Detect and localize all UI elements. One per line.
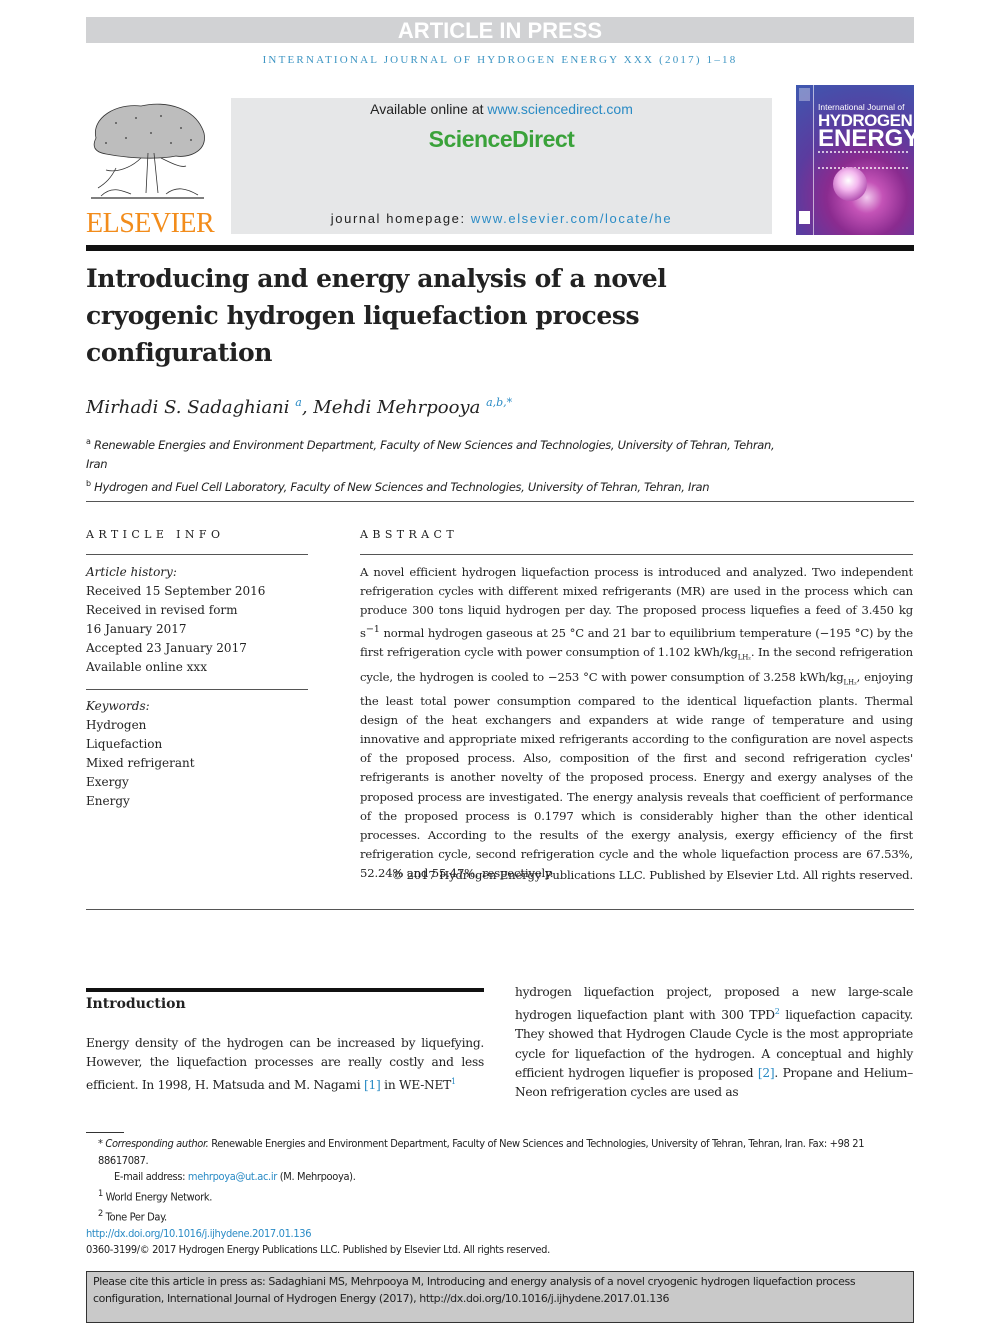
abstract-text: , enjoying the least total power consump… — [360, 669, 913, 880]
corresponding-author-note: * Corresponding author. Renewable Energi… — [86, 1136, 914, 1169]
cover-society-icon — [799, 211, 810, 224]
citation-text: Please cite this article in press as: Sa… — [93, 1275, 856, 1305]
email-label: E-mail address: — [114, 1170, 188, 1183]
article-history: Article history: Received 15 September 2… — [86, 563, 308, 677]
history-item: Accepted 23 January 2017 — [86, 641, 247, 655]
keyword-item[interactable]: Hydrogen — [86, 716, 308, 735]
corresponding-label: * Corresponding author. — [98, 1137, 209, 1150]
keyword-item[interactable]: Mixed refrigerant — [86, 754, 308, 773]
introduction-right-column: hydrogen liquefaction project, proposed … — [515, 983, 913, 1102]
email-owner: (M. Mehrpooya). — [276, 1170, 356, 1183]
running-head: INTERNATIONAL JOURNAL OF HYDROGEN ENERGY… — [262, 54, 738, 66]
affiliation-text: Renewable Energies and Environment Depar… — [86, 437, 775, 471]
elsevier-logo[interactable]: ELSEVIER — [86, 98, 215, 239]
article-info-heading: ARTICLE INFO — [86, 528, 225, 541]
keyword-item[interactable]: Liquefaction — [86, 735, 308, 754]
sciencedirect-header: Available online at www.sciencedirect.co… — [231, 98, 772, 234]
abstract-subscript: LH₂ — [737, 653, 751, 662]
keyword-item[interactable]: Energy — [86, 792, 308, 811]
abstract-copyright: © 2017 Hydrogen Energy Publications LLC.… — [391, 868, 913, 882]
affiliation-mark: a — [86, 437, 91, 446]
reference-link[interactable]: [1] — [364, 1078, 381, 1092]
elsevier-tree-icon — [91, 103, 205, 199]
sciencedirect-link[interactable]: www.sciencedirect.com — [487, 101, 633, 117]
cover-editors-block — [818, 151, 908, 169]
journal-homepage-label: journal homepage: — [330, 211, 471, 226]
author-separator: , — [301, 397, 314, 418]
email-link[interactable]: mehrpoya@ut.ac.ir — [188, 1170, 277, 1183]
abstract-superscript: −1 — [365, 624, 380, 636]
elsevier-wordmark: ELSEVIER — [86, 208, 215, 239]
history-item: Available online xxx — [86, 660, 207, 674]
introduction-rule — [86, 988, 484, 992]
cover-title-energy: ENERGY — [818, 125, 914, 152]
available-online-line: Available online at www.sciencedirect.co… — [231, 101, 772, 117]
available-online-label: Available online at — [370, 101, 488, 117]
author-name[interactable]: Mirhadi S. Sadaghiani — [86, 397, 290, 418]
footnote-item: 2 Tone Per Day. — [86, 1206, 914, 1226]
cover-publisher-icon — [799, 88, 810, 101]
footnote-text: Tone Per Day. — [102, 1210, 168, 1224]
journal-homepage-link[interactable]: www.elsevier.com/locate/he — [471, 211, 672, 226]
footnote-text: World Energy Network. — [102, 1190, 213, 1204]
keywords-divider — [86, 689, 308, 690]
history-item: Received in revised form — [86, 603, 238, 617]
keywords-label: Keywords: — [86, 699, 150, 713]
article-in-press-banner: ARTICLE IN PRESS — [86, 17, 914, 43]
reference-link[interactable]: [2] — [758, 1066, 775, 1080]
introduction-left-column: Energy density of the hydrogen can be in… — [86, 1034, 484, 1096]
article-info-divider — [86, 554, 308, 555]
corresponding-text: Renewable Energies and Environment Depar… — [98, 1137, 865, 1167]
cover-sphere-graphic — [833, 167, 867, 201]
footnote-item: 1 World Energy Network. — [86, 1186, 914, 1206]
footnote-rule — [86, 1132, 124, 1133]
author-affiliation-mark[interactable]: a,b,* — [486, 396, 512, 409]
issn-line: 0360-3199/© 2017 Hydrogen Energy Publica… — [86, 1243, 550, 1257]
keywords-list: Keywords: Hydrogen Liquefaction Mixed re… — [86, 697, 308, 811]
author-name[interactable]: Mehdi Mehrpooya — [313, 397, 480, 418]
affiliation-text: Hydrogen and Fuel Cell Laboratory, Facul… — [94, 479, 710, 494]
journal-cover-image[interactable]: International Journal of HYDROGEN ENERGY — [796, 85, 914, 235]
affiliation-item: a Renewable Energies and Environment Dep… — [86, 432, 786, 474]
abstract-heading: ABSTRACT — [360, 528, 459, 541]
keyword-item[interactable]: Exergy — [86, 773, 308, 792]
doi-link[interactable]: http://dx.doi.org/10.1016/j.ijhydene.201… — [86, 1226, 914, 1243]
abstract-end-divider — [86, 909, 914, 910]
affiliation-item: b Hydrogen and Fuel Cell Laboratory, Fac… — [86, 474, 786, 497]
author-list: Mirhadi S. Sadaghiani a, Mehdi Mehrpooya… — [86, 396, 512, 418]
body-text: in WE-NET — [380, 1078, 451, 1093]
abstract-body: A novel efficient hydrogen liquefaction … — [360, 563, 913, 883]
history-item: 16 January 2017 — [86, 622, 187, 636]
footnote-link[interactable]: 1 — [451, 1077, 456, 1086]
sciencedirect-logo[interactable]: ScienceDirect — [231, 126, 772, 153]
section-divider — [86, 501, 914, 502]
abstract-divider — [360, 554, 913, 555]
history-item: Received 15 September 2016 — [86, 584, 266, 598]
abstract-subscript: LH₂ — [843, 677, 857, 686]
affiliations: a Renewable Energies and Environment Dep… — [86, 432, 786, 497]
header-divider — [86, 245, 914, 251]
cover-divider — [813, 85, 814, 235]
article-title: Introducing and energy analysis of a nov… — [86, 264, 667, 367]
affiliation-mark: b — [86, 478, 91, 488]
history-label: Article history: — [86, 565, 177, 579]
citation-box: Please cite this article in press as: Sa… — [86, 1271, 914, 1323]
email-note: E-mail address: mehrpoya@ut.ac.ir (M. Me… — [86, 1169, 914, 1186]
footnotes: * Corresponding author. Renewable Energi… — [86, 1136, 914, 1259]
journal-homepage-line: journal homepage: www.elsevier.com/locat… — [231, 211, 772, 226]
introduction-heading: Introduction — [86, 996, 186, 1012]
